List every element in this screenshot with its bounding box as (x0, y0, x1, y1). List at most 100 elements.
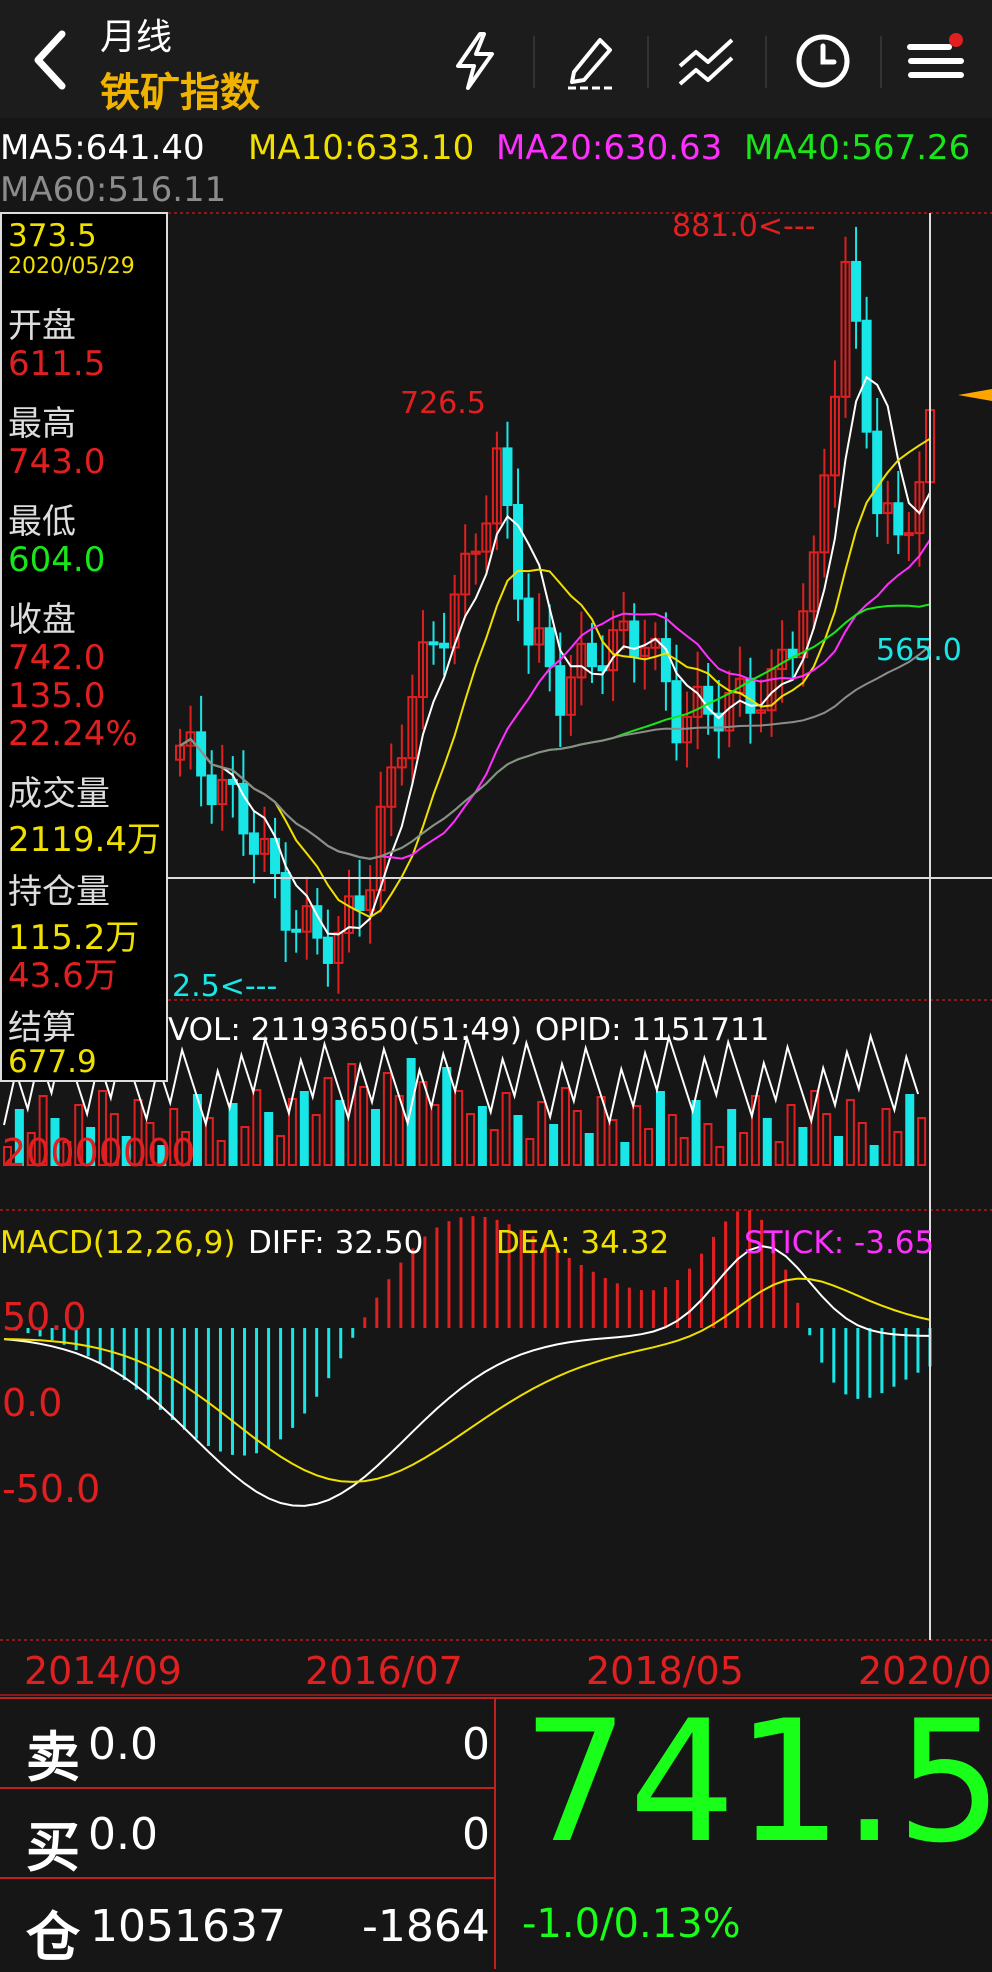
open-interest-delta: -1864 (362, 1901, 490, 1952)
candle-body (544, 627, 555, 668)
volume-bar (359, 1086, 369, 1166)
last-change: -1.0/0.13% (522, 1901, 741, 1947)
volume-bar (264, 1112, 274, 1166)
candle-body (523, 597, 534, 646)
candle-body (851, 260, 862, 322)
volume-bar (299, 1091, 309, 1166)
info-date: 2020/05/29 (8, 254, 135, 279)
volume-bar (786, 1104, 796, 1166)
period-label[interactable]: 月线 (100, 8, 172, 60)
macd-tick: -50.0 (2, 1467, 100, 1511)
info-high-label: 最高 (8, 404, 76, 444)
x-axis-label: 2016/07 (305, 1649, 463, 1693)
ma40-label: MA40:567.26 (744, 128, 971, 168)
info-open-label: 开盘 (8, 306, 76, 346)
candle-body (513, 504, 524, 600)
candle-body (629, 620, 640, 657)
divider (494, 1697, 496, 1969)
macd-dea: DEA: 34.32 (496, 1225, 669, 1261)
volume-bar (620, 1142, 630, 1166)
volume-bar (525, 1138, 535, 1166)
candle-body (206, 774, 217, 806)
volume-bar (917, 1117, 927, 1166)
ma20-label: MA20:630.63 (496, 128, 723, 168)
volume-bar (489, 1129, 499, 1166)
quote-panel: 卖 0.0 0 买 0.0 0 仓 1051637 -1864 741.5 -1… (0, 1684, 992, 1969)
volume-bar (667, 1114, 677, 1166)
open-interest-label: 仓 (26, 1906, 80, 1969)
trend-line-icon[interactable] (672, 26, 742, 96)
candle-body (502, 447, 513, 507)
volume-bar (893, 1131, 903, 1166)
candle-body (893, 502, 904, 536)
instrument-title[interactable]: 铁矿指数 (100, 60, 260, 118)
volume-bar (323, 1077, 333, 1166)
macd-tick: 0.0 (2, 1381, 62, 1425)
volume-bar (679, 1137, 689, 1166)
macd-dea-line (3, 1277, 931, 1483)
pen-icon[interactable] (556, 26, 626, 96)
volume-bar (240, 1126, 250, 1166)
buy-price: 0.0 (88, 1809, 158, 1860)
volume-bar (466, 1113, 475, 1166)
ma10-label: MA10:633.10 (248, 128, 475, 168)
lightning-icon[interactable] (440, 26, 510, 96)
sell-label: 卖 (26, 1726, 80, 1789)
volume-bar (560, 1087, 570, 1166)
macd-tick: 50.0 (2, 1295, 87, 1339)
vol-axis-label: 20000000 (2, 1131, 195, 1175)
info-close: 742.0 (8, 638, 106, 678)
volume-bar (632, 1105, 642, 1166)
candle-body (280, 872, 291, 931)
volume-bar (406, 1058, 416, 1166)
volume-bar (549, 1124, 559, 1166)
volume-bar (608, 1119, 618, 1166)
back-icon[interactable] (22, 22, 82, 98)
divider (765, 36, 767, 88)
candle-body (903, 532, 914, 537)
volume-bar (252, 1089, 262, 1166)
info-oi-label: 持仓量 (8, 872, 110, 912)
ma5-label: MA5:641.40 (0, 128, 205, 168)
info-settle: 677.9 (8, 1044, 97, 1080)
macd-name: MACD(12,26,9) (0, 1225, 235, 1261)
candle-body (872, 430, 883, 515)
volume-bar (442, 1067, 452, 1166)
high-marker: 881.0<--- (672, 209, 816, 244)
candle-body (248, 832, 259, 855)
candle-body (439, 642, 450, 649)
candle-body (671, 680, 682, 744)
ma-line (179, 437, 931, 919)
info-close-label: 收盘 (8, 600, 76, 640)
volume-bar (537, 1101, 547, 1166)
open-interest-value: 1051637 (90, 1901, 286, 1952)
low-marker: 565.0 (876, 633, 962, 668)
menu-icon[interactable] (902, 26, 972, 96)
volume-bar (335, 1100, 345, 1166)
volume-bar (822, 1113, 832, 1166)
volume-bar (857, 1122, 867, 1166)
info-change-pct: 22.24% (8, 714, 138, 754)
clock-icon[interactable] (788, 26, 858, 96)
volume-bar (762, 1118, 772, 1166)
info-settle-label: 结算 (8, 1008, 76, 1048)
buy-label: 买 (26, 1816, 80, 1879)
volume-bar (798, 1127, 808, 1166)
volume-bar (596, 1096, 606, 1166)
volume-bar (644, 1128, 654, 1166)
sell-price: 0.0 (88, 1719, 158, 1770)
volume-bar (216, 1140, 226, 1166)
last-price: 741.5 (522, 1684, 992, 1880)
opid-label: OPID: 1151711 (535, 1012, 769, 1048)
volume-bar (750, 1095, 760, 1166)
info-change: 135.0 (8, 676, 106, 716)
candle-body (745, 677, 756, 714)
candle-body (555, 665, 566, 716)
volume-bar (228, 1103, 238, 1166)
candle-body (428, 641, 439, 646)
volume-bar (382, 1072, 392, 1166)
volume-bar (905, 1094, 915, 1166)
candle-body (322, 936, 333, 964)
volume-bar (584, 1133, 594, 1166)
x-axis-label: 2014/09 (24, 1649, 182, 1693)
